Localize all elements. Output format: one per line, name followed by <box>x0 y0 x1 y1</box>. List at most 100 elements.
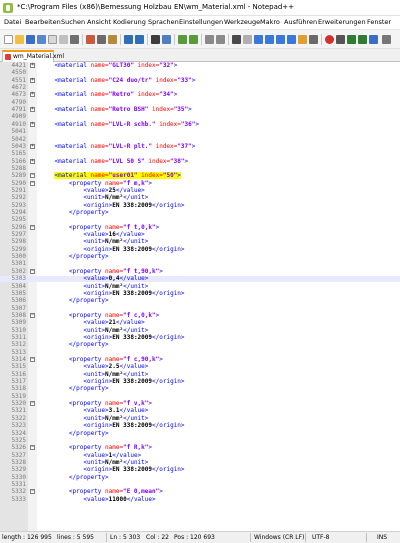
fold-collapse-icon[interactable]: − <box>30 357 35 362</box>
zoom-out-icon[interactable] <box>189 35 198 44</box>
fold-collapse-icon[interactable]: − <box>30 312 35 318</box>
code-line[interactable]: 5288 <box>0 165 400 172</box>
menu-bearbeiten[interactable]: Bearbeiten <box>25 18 61 26</box>
fold-expand-icon[interactable]: + <box>30 121 35 127</box>
code-line[interactable]: 5293 <origin>EN 338:2009</origin> <box>0 202 400 209</box>
code-line[interactable]: 5318 </property> <box>0 386 400 392</box>
fold-expand-icon[interactable]: + <box>30 63 35 68</box>
stop-macro-icon[interactable] <box>336 35 345 44</box>
code-line[interactable]: 5311 <origin>EN 338:2009</origin> <box>0 334 400 341</box>
fold-collapse-icon[interactable]: − <box>30 180 35 186</box>
replace-icon[interactable] <box>162 35 171 44</box>
code-line[interactable]: 5307 <box>0 305 400 312</box>
code-line[interactable]: 4909 <box>0 114 400 120</box>
status-eol[interactable]: Windows (CR LF) <box>254 534 304 541</box>
code-line[interactable]: 5333 <value>11000</value> <box>0 496 400 503</box>
save-macro-icon[interactable] <box>369 35 378 44</box>
close-all-icon[interactable] <box>59 35 68 44</box>
menu-einstellungen[interactable]: Einstellungen <box>179 18 223 26</box>
code-line[interactable]: 5330 </property> <box>0 474 400 481</box>
menu-sprachen[interactable]: Sprachen <box>148 18 179 26</box>
code-line[interactable]: 5309 <value>21</value> <box>0 320 400 326</box>
code-line[interactable]: 5294 </property> <box>0 210 400 216</box>
code-line[interactable]: 5322 <unit>N/mm²</unit> <box>0 415 400 422</box>
code-line[interactable]: 5300 </property> <box>0 254 400 260</box>
menu-datei[interactable]: Datei <box>4 18 21 26</box>
folder-workspace-icon[interactable] <box>298 35 307 44</box>
code-line[interactable]: 5314− <property name="f c,90,k"> <box>0 357 400 363</box>
code-line[interactable]: 5298 <unit>N/mm²</unit> <box>0 239 400 245</box>
status-encoding[interactable]: UTF-8 <box>312 534 330 541</box>
record-macro-icon[interactable] <box>325 35 334 44</box>
cut-icon[interactable] <box>86 35 95 44</box>
document-map-icon[interactable] <box>276 35 285 44</box>
code-line[interactable]: 5312 </property> <box>0 342 400 348</box>
find-icon[interactable] <box>151 35 160 44</box>
monitoring-icon[interactable] <box>309 35 318 44</box>
code-line[interactable]: 5321 <value>3.1</value> <box>0 408 400 414</box>
code-line[interactable]: 5289− <material name="user01" index="50"… <box>0 172 400 180</box>
fold-collapse-icon[interactable]: − <box>30 268 35 274</box>
code-line[interactable]: 5325 <box>0 437 400 444</box>
code-line[interactable]: 5305 <origin>EN 338:2009</origin> <box>0 290 400 297</box>
code-line[interactable]: 5315 <value>2.5</value> <box>0 364 400 370</box>
menu-suchen[interactable]: Suchen <box>61 18 85 26</box>
editor-area[interactable]: 4421 + <material name="GLT30" index="32">… <box>0 62 400 531</box>
code-line[interactable]: 5299 <origin>EN 338:2009</origin> <box>0 246 400 253</box>
code-line[interactable]: 4421 + <material name="GLT30" index="32"> <box>0 63 400 69</box>
code-line[interactable]: 5043 + <material name="LVL-R plt." index=… <box>0 143 400 150</box>
code-line[interactable]: 5308− <property name="f c,0,k"> <box>0 312 400 319</box>
function-list-icon[interactable] <box>287 35 296 44</box>
fold-expand-icon[interactable]: + <box>30 77 35 83</box>
code-line[interactable]: 5303 <value>0,4</value> <box>0 276 400 283</box>
code-line[interactable]: 5329 <origin>EN 338:2009</origin> <box>0 467 400 473</box>
menu-ausfuehren[interactable]: Ausführen <box>284 18 317 26</box>
menu-werkzeuge[interactable]: Werkzeuge <box>224 18 260 26</box>
code-line[interactable]: 5302− <property name="f t,90,k"> <box>0 268 400 275</box>
fold-collapse-icon[interactable]: − <box>30 445 35 451</box>
menu-fenster[interactable]: Fenster <box>367 18 391 26</box>
code-line[interactable]: 5320− <property name="f v,k"> <box>0 401 400 407</box>
print-icon[interactable] <box>70 35 79 44</box>
copy-icon[interactable] <box>97 35 106 44</box>
menu-makro[interactable]: Makro <box>260 18 280 26</box>
menu-kodierung[interactable]: Kodierung <box>113 18 146 26</box>
code-line[interactable]: 5326− <property name="f R,k"> <box>0 445 400 451</box>
code-line[interactable]: 5166 + <material name="LVL 50 S" index="3… <box>0 158 400 165</box>
code-line[interactable]: 5292 <unit>N/mm²</unit> <box>0 195 400 201</box>
code-line[interactable]: 4550 <box>0 70 400 76</box>
open-file-icon[interactable] <box>15 35 24 44</box>
code-line[interactable]: 5304 <unit>N/mm²</unit> <box>0 283 400 290</box>
code-line[interactable]: 5041 <box>0 129 400 135</box>
indent-guide-icon[interactable] <box>254 35 263 44</box>
code-line[interactable]: 5332− <property name="E 0,mean"> <box>0 489 400 495</box>
code-line[interactable]: 5310 <unit>N/mm²</unit> <box>0 327 400 334</box>
code-line[interactable]: 5319 <box>0 393 400 400</box>
sync-vertical-icon[interactable] <box>205 35 214 44</box>
zoom-in-icon[interactable] <box>178 35 187 44</box>
code-line[interactable]: 4673 + <material name="Retro" index="34"> <box>0 92 400 98</box>
undo-icon[interactable] <box>124 35 133 44</box>
fold-collapse-icon[interactable]: − <box>30 173 35 179</box>
sync-horizontal-icon[interactable] <box>216 35 225 44</box>
code-line[interactable]: 4672 <box>0 85 400 91</box>
code-line[interactable]: 5323 <origin>EN 338:2009</origin> <box>0 423 400 429</box>
close-file-icon[interactable] <box>48 35 57 44</box>
status-insert-mode[interactable]: INS <box>377 534 387 541</box>
code-line[interactable]: 5042 <box>0 136 400 143</box>
menu-erweiterungen[interactable]: Erweiterungen <box>318 18 366 26</box>
fold-expand-icon[interactable]: + <box>30 143 35 149</box>
code-line[interactable]: 5296− <property name="f t,0,k"> <box>0 224 400 231</box>
save-icon[interactable] <box>26 35 35 44</box>
code-line[interactable]: 5317 <origin>EN 338:2009</origin> <box>0 379 400 385</box>
fold-expand-icon[interactable]: + <box>30 107 35 113</box>
code-line[interactable]: 5328 <unit>N/mm²</unit> <box>0 459 400 466</box>
code-line[interactable]: 5291 <value>25</value> <box>0 187 400 194</box>
language-format-icon[interactable] <box>265 35 274 44</box>
code-line[interactable]: 5290− <property name="f m,k"> <box>0 180 400 187</box>
paste-icon[interactable] <box>108 35 117 44</box>
code-line[interactable]: 5301 <box>0 261 400 267</box>
fold-expand-icon[interactable]: + <box>30 158 35 164</box>
code-line[interactable]: 5331 <box>0 481 400 488</box>
fold-collapse-icon[interactable]: − <box>30 224 35 230</box>
